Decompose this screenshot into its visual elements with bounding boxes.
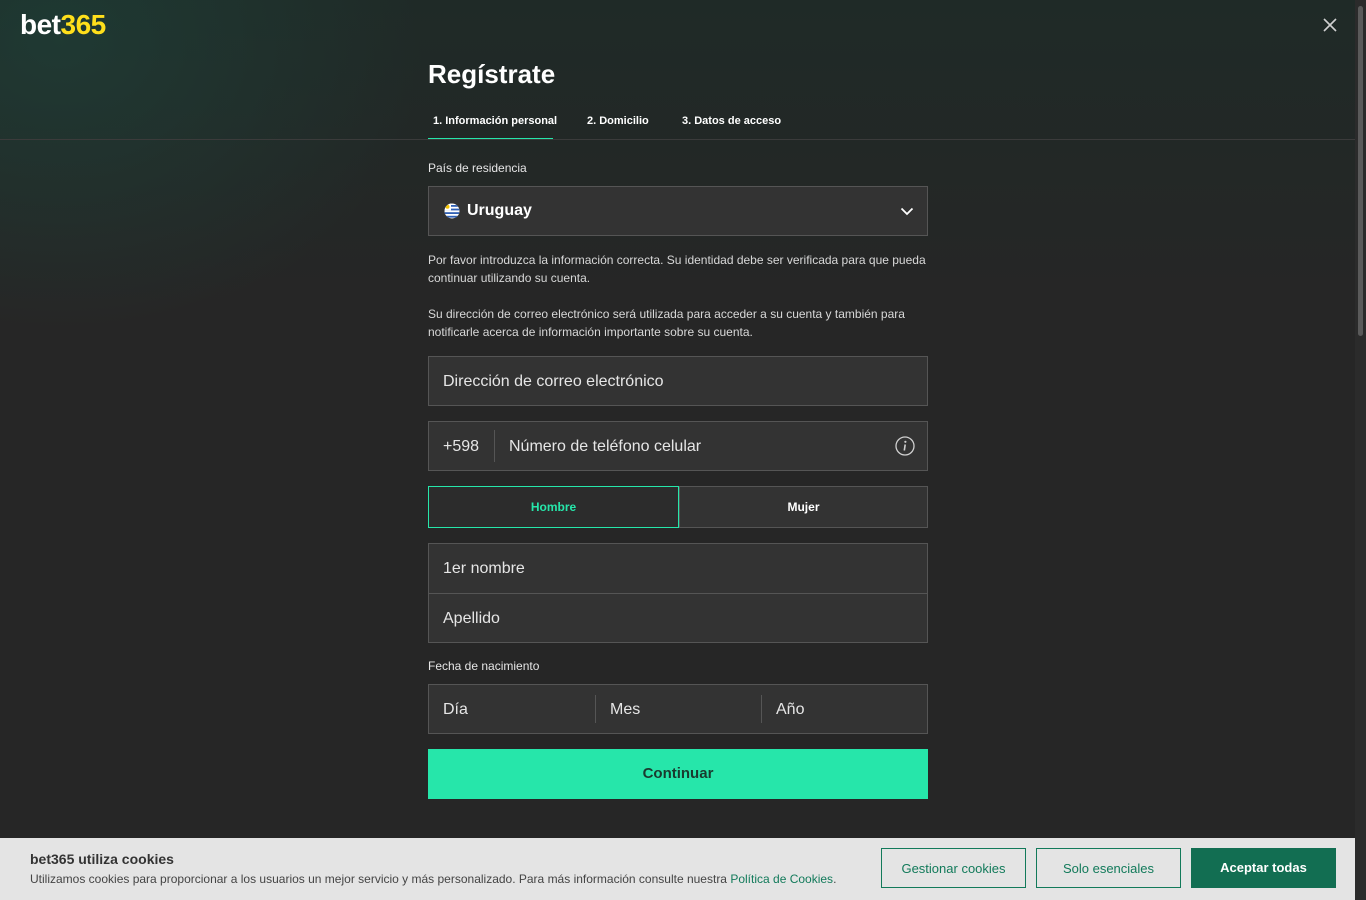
- dob-day-placeholder: Día: [443, 701, 468, 718]
- phone-prefix-divider: [494, 430, 495, 462]
- cookie-text: Utilizamos cookies para proporcionar a l…: [30, 871, 836, 887]
- phone-field[interactable]: +598 Número de teléfono celular: [428, 421, 928, 471]
- dob-year-input[interactable]: Año: [762, 685, 927, 733]
- cookie-policy-link[interactable]: Política de Cookies: [730, 872, 833, 886]
- cookie-text-end: .: [833, 872, 837, 886]
- dob-day-input[interactable]: Día: [429, 685, 595, 733]
- continue-button[interactable]: Continuar: [428, 749, 928, 799]
- last-name-input[interactable]: Apellido: [429, 594, 927, 643]
- last-name-placeholder: Apellido: [443, 610, 500, 627]
- page-title: Regístrate: [428, 59, 556, 89]
- close-icon[interactable]: [1318, 13, 1342, 37]
- first-name-input[interactable]: 1er nombre: [429, 544, 927, 593]
- dob-year-placeholder: Año: [776, 701, 805, 718]
- dob-month-placeholder: Mes: [610, 701, 641, 718]
- tab-informacion-personal[interactable]: 1. Información personal: [428, 107, 557, 140]
- tab-domicilio[interactable]: 2. Domicilio: [587, 107, 649, 140]
- uruguay-flag-icon: [444, 203, 460, 219]
- name-fields: 1er nombre Apellido: [428, 543, 928, 643]
- dob-month-input[interactable]: Mes: [596, 685, 761, 733]
- essential-cookies-button[interactable]: Solo esenciales: [1036, 848, 1181, 888]
- email-placeholder: Dirección de correo electrónico: [443, 373, 664, 390]
- page-scrollbar[interactable]: [1355, 0, 1366, 900]
- country-select[interactable]: Uruguay: [428, 186, 928, 236]
- first-name-placeholder: 1er nombre: [443, 560, 525, 577]
- info-icon[interactable]: [895, 436, 915, 456]
- chevron-down-icon: [899, 203, 915, 219]
- header-divider: [0, 139, 1355, 140]
- cookie-banner: bet365 utiliza cookies Utilizamos cookie…: [0, 838, 1355, 900]
- phone-prefix[interactable]: +598: [443, 437, 479, 457]
- cookie-title: bet365 utiliza cookies: [30, 851, 174, 867]
- country-value: Uruguay: [467, 202, 532, 219]
- email-notice: Su dirección de correo electrónico será …: [428, 307, 905, 339]
- bet365-logo[interactable]: bet365: [20, 9, 106, 41]
- gender-male-button[interactable]: Hombre: [428, 486, 679, 528]
- cookie-description: Utilizamos cookies para proporcionar a l…: [30, 872, 731, 886]
- accept-all-cookies-button[interactable]: Aceptar todas: [1191, 848, 1336, 888]
- scrollbar-thumb[interactable]: [1358, 6, 1363, 336]
- dob-label: Fecha de nacimiento: [428, 659, 540, 673]
- date-of-birth-field: Día Mes Año: [428, 684, 928, 734]
- identity-notice: Por favor introduzca la información corr…: [428, 253, 926, 285]
- country-label: País de residencia: [428, 161, 527, 175]
- phone-input[interactable]: Número de teléfono celular: [509, 437, 701, 457]
- gender-female-button[interactable]: Mujer: [679, 486, 928, 528]
- email-input[interactable]: Dirección de correo electrónico: [428, 356, 928, 406]
- manage-cookies-button[interactable]: Gestionar cookies: [881, 848, 1026, 888]
- tab-datos-de-acceso[interactable]: 3. Datos de acceso: [682, 107, 781, 140]
